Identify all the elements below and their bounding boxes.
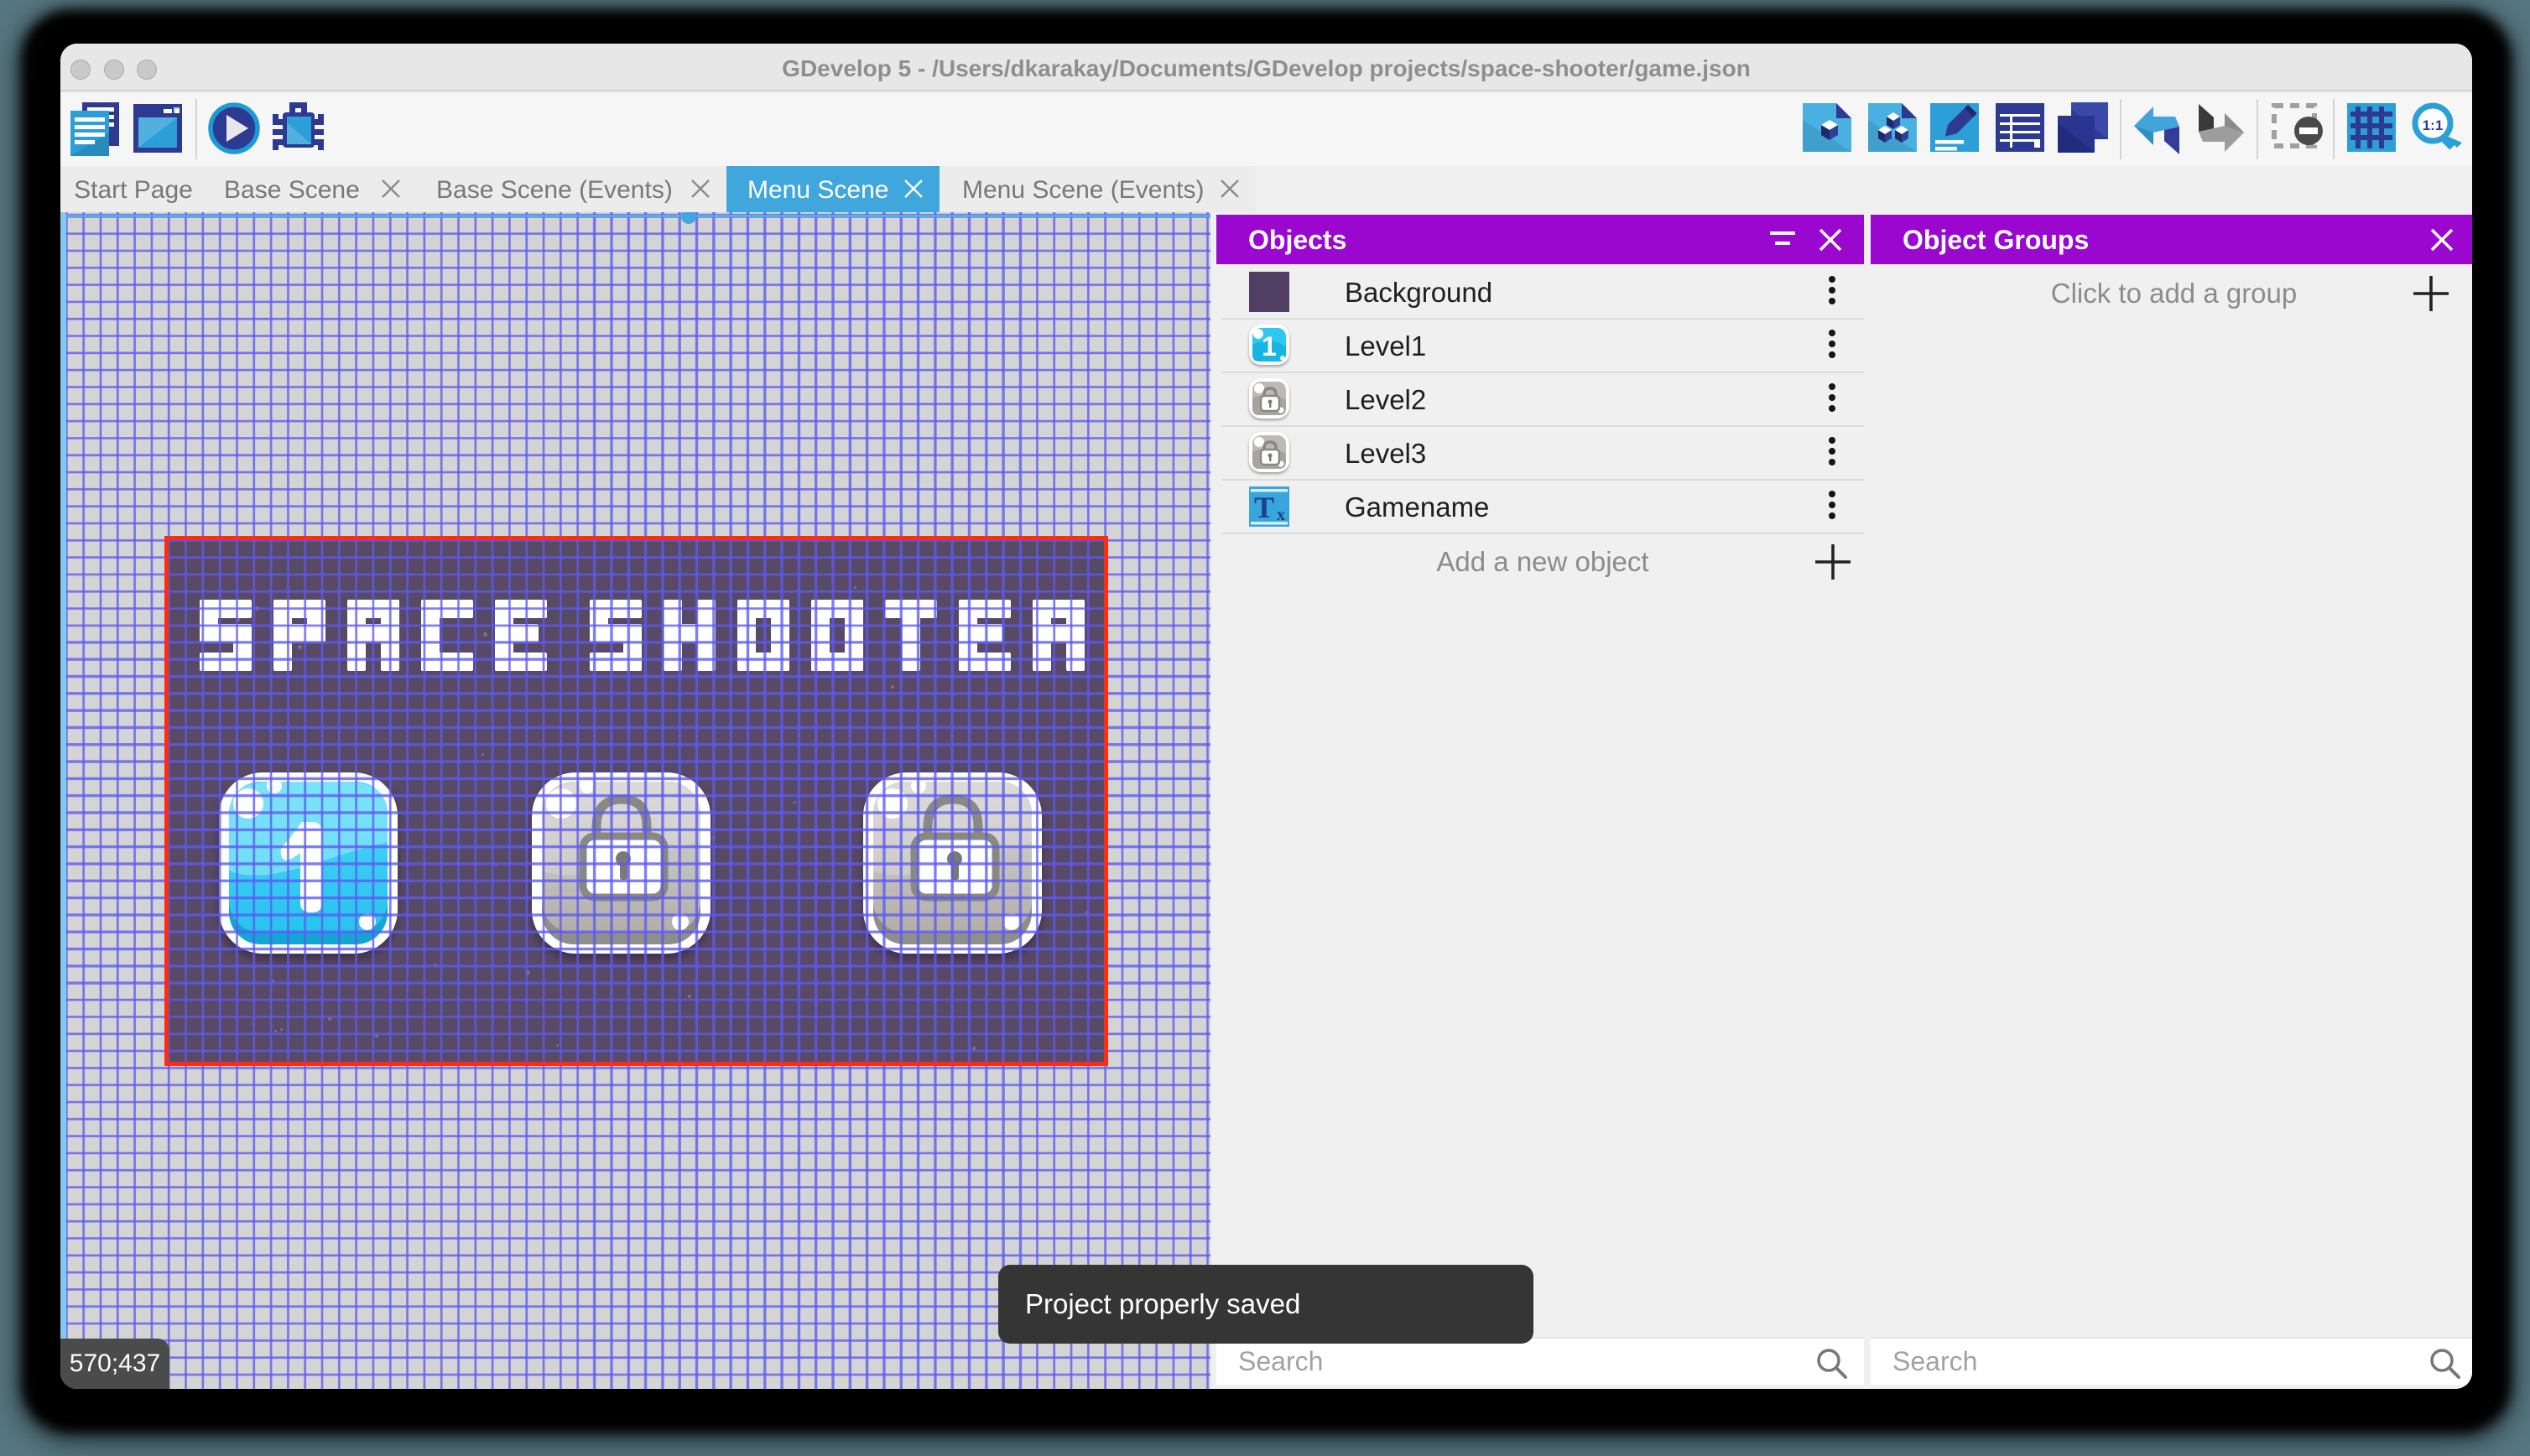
- svg-text:x: x: [1277, 506, 1285, 524]
- svg-text:1: 1: [1262, 331, 1277, 361]
- svg-text:T: T: [1254, 491, 1274, 524]
- svg-text:1:1: 1:1: [2423, 117, 2444, 133]
